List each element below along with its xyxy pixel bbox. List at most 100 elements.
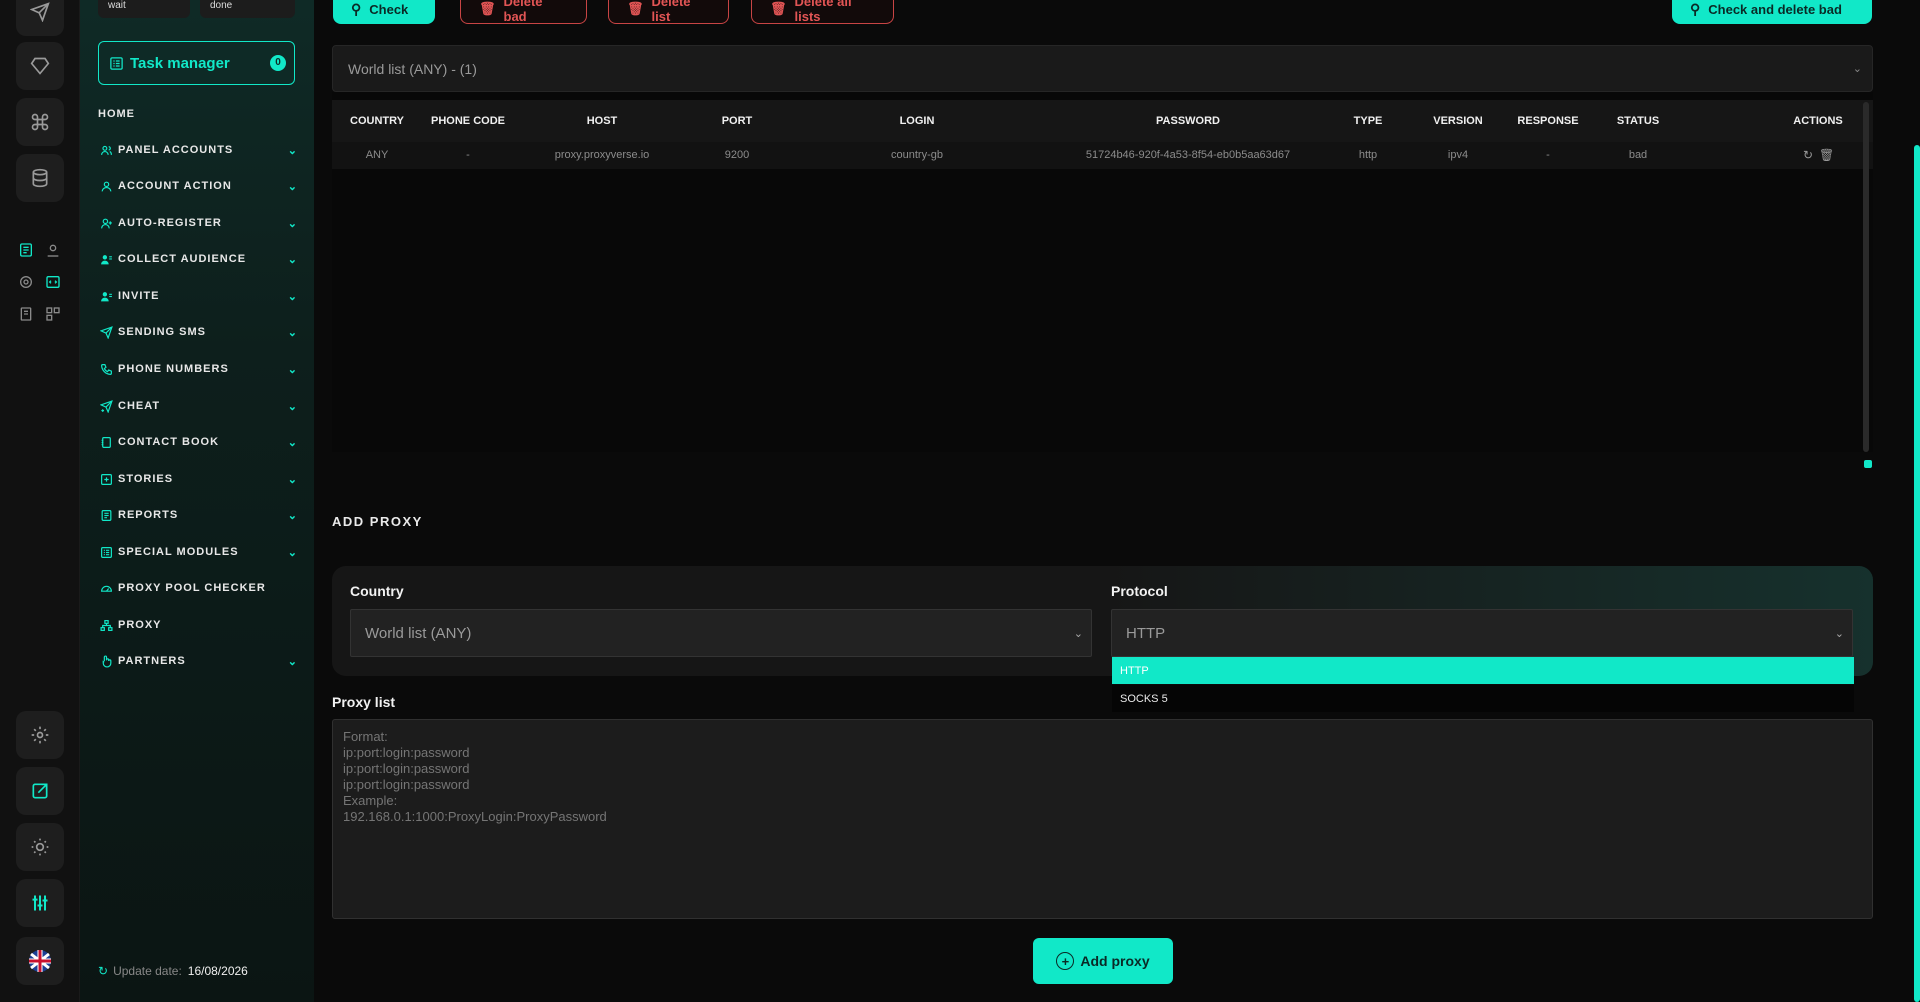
- network-icon: [98, 617, 114, 633]
- chevron-down-icon: ⌄: [287, 290, 298, 303]
- check-and-delete-bad-label: Check and delete bad: [1708, 1, 1842, 17]
- country-label: Country: [350, 583, 404, 599]
- proxy-list-select-value: World list (ANY) - (1): [348, 60, 477, 77]
- proxy-list-label: Proxy list: [332, 694, 396, 710]
- report-icon[interactable]: [16, 240, 36, 260]
- protocol-option-socks5[interactable]: SOCKS 5: [1112, 685, 1854, 712]
- chevron-down-icon: ⌄: [287, 655, 298, 668]
- user-icon: [98, 178, 114, 194]
- code-icon[interactable]: [43, 272, 63, 292]
- trash-icon: 🗑: [627, 0, 644, 16]
- cell-login: country-gb: [891, 149, 943, 161]
- chevron-down-icon: ⌄: [287, 144, 298, 157]
- user-add-icon: [98, 215, 114, 231]
- delete-list-button[interactable]: 🗑 Delete list: [608, 0, 729, 24]
- refresh-icon[interactable]: ↻: [1803, 148, 1813, 162]
- status-done-box: done: [200, 0, 295, 18]
- sidebar-item-label: SPECIAL MODULES: [118, 546, 239, 558]
- chevron-down-icon: ⌄: [287, 253, 298, 266]
- proxy-table: COUNTRY PHONE CODE HOST PORT LOGIN PASSW…: [332, 92, 1873, 452]
- report-icon: [98, 507, 114, 523]
- task-manager-button[interactable]: Task manager 0: [98, 41, 295, 85]
- cell-type: http: [1358, 149, 1378, 161]
- column-header-phone-code: PHONE CODE: [431, 115, 505, 127]
- sidebar-item-label: AUTO-REGISTER: [118, 217, 222, 229]
- status-wait-box: wait: [98, 0, 190, 18]
- send-icon[interactable]: [16, 0, 64, 36]
- delete-all-lists-label: Delete all lists: [794, 0, 852, 24]
- cell-phone-code: -: [466, 149, 470, 161]
- cell-country: ANY: [365, 149, 389, 161]
- update-date-label: Update date:: [113, 964, 182, 978]
- cog-icon[interactable]: [16, 272, 36, 292]
- search-icon: ⚲: [351, 0, 362, 17]
- page-scrollbar[interactable]: [1914, 145, 1920, 1002]
- sidebar-item-home[interactable]: HOME: [98, 104, 298, 124]
- sidebar-item-cheat[interactable]: CHEAT ⌄: [98, 396, 298, 416]
- protocol-select[interactable]: HTTP ⌄: [1111, 609, 1853, 657]
- widgets-icon[interactable]: [43, 304, 63, 324]
- add-proxy-button[interactable]: + Add proxy: [1033, 938, 1173, 984]
- sidebar-item-contact-book[interactable]: CONTACT BOOK ⌄: [98, 432, 298, 452]
- country-select[interactable]: World list (ANY) ⌄: [350, 609, 1092, 657]
- sidebar-item-stories[interactable]: STORIES ⌄: [98, 469, 298, 489]
- sidebar-item-account-action[interactable]: ACCOUNT ACTION ⌄: [98, 176, 298, 196]
- chevron-down-icon: ⌄: [1834, 627, 1844, 640]
- sidebar-item-label: INVITE: [118, 290, 160, 302]
- theme-sun-icon[interactable]: [16, 823, 64, 871]
- sidebar-item-auto-register[interactable]: AUTO-REGISTER ⌄: [98, 213, 298, 233]
- column-header-status: STATUS: [1616, 115, 1660, 127]
- sidebar-item-label: CONTACT BOOK: [118, 436, 220, 448]
- status-done-label: done: [210, 0, 233, 11]
- trash-icon[interactable]: 🗑: [1819, 148, 1834, 162]
- location-icon[interactable]: [43, 240, 63, 260]
- table-header: COUNTRY PHONE CODE HOST PORT LOGIN PASSW…: [332, 100, 1873, 142]
- sidebar-item-panel-accounts[interactable]: PANEL ACCOUNTS ⌄: [98, 140, 298, 160]
- option-label: SOCKS 5: [1120, 692, 1168, 705]
- chevron-down-icon: ⌄: [287, 326, 298, 339]
- check-button-label: Check: [369, 1, 409, 17]
- task-list-icon: [109, 56, 124, 71]
- sidebar-item-phone-numbers[interactable]: PHONE NUMBERS ⌄: [98, 359, 298, 379]
- delete-all-lists-button[interactable]: 🗑 Delete all lists: [751, 0, 894, 24]
- language-flag-icon[interactable]: [16, 937, 64, 985]
- cell-host: proxy.proxyverse.io: [554, 149, 650, 161]
- sidebar-item-proxy-pool-checker[interactable]: PROXY POOL CHECKER: [98, 578, 298, 598]
- column-header-port: PORT: [721, 115, 753, 127]
- sidebar-item-special-modules[interactable]: SPECIAL MODULES ⌄: [98, 542, 298, 562]
- sidebar-item-sending-sms[interactable]: SENDING SMS ⌄: [98, 322, 298, 342]
- task-manager-label: Task manager: [130, 54, 230, 72]
- cell-response: -: [1546, 149, 1550, 161]
- document-icon[interactable]: [16, 304, 36, 324]
- column-header-password: PASSWORD: [1156, 115, 1220, 127]
- update-date: ↻ Update date: 16/08/2026: [98, 964, 248, 978]
- sidebar-item-invite[interactable]: INVITE ⌄: [98, 286, 298, 306]
- phone-icon: [98, 361, 114, 377]
- sidebar-item-proxy[interactable]: PROXY: [98, 615, 298, 635]
- table-scrollbar[interactable]: [1863, 102, 1869, 452]
- sidebar-item-label: COLLECT AUDIENCE: [118, 253, 247, 265]
- command-icon[interactable]: [16, 98, 64, 146]
- external-link-icon[interactable]: [16, 767, 64, 815]
- column-header-actions: ACTIONS: [1793, 115, 1843, 127]
- delete-bad-button[interactable]: 🗑 Delete bad: [460, 0, 587, 24]
- protocol-label: Protocol: [1111, 583, 1168, 599]
- database-icon[interactable]: [16, 154, 64, 202]
- settings-icon[interactable]: [16, 711, 64, 759]
- scroll-marker: [1864, 460, 1872, 468]
- proxy-list-textarea[interactable]: [332, 719, 1873, 919]
- check-and-delete-bad-button[interactable]: ⚲ Check and delete bad: [1672, 0, 1872, 24]
- sidebar-item-collect-audience[interactable]: COLLECT AUDIENCE ⌄: [98, 249, 298, 269]
- sidebar-item-label: PARTNERS: [118, 655, 186, 667]
- sidebar-item-partners[interactable]: PARTNERS ⌄: [98, 651, 298, 671]
- proxy-list-select[interactable]: World list (ANY) - (1) ⌄: [332, 45, 1873, 92]
- check-button[interactable]: ⚲ Check: [333, 0, 435, 24]
- cell-password: 51724b46-920f-4a53-8f54-eb0b5aa63d67: [1085, 149, 1291, 161]
- cell-port: 9200: [724, 149, 750, 161]
- sidebar-item-label: REPORTS: [118, 509, 179, 521]
- sidebar-item-label: HOME: [98, 108, 135, 120]
- sliders-icon[interactable]: [16, 879, 64, 927]
- sidebar-item-reports[interactable]: REPORTS ⌄: [98, 505, 298, 525]
- protocol-option-http[interactable]: HTTP: [1112, 657, 1854, 684]
- diamond-icon[interactable]: [16, 42, 64, 90]
